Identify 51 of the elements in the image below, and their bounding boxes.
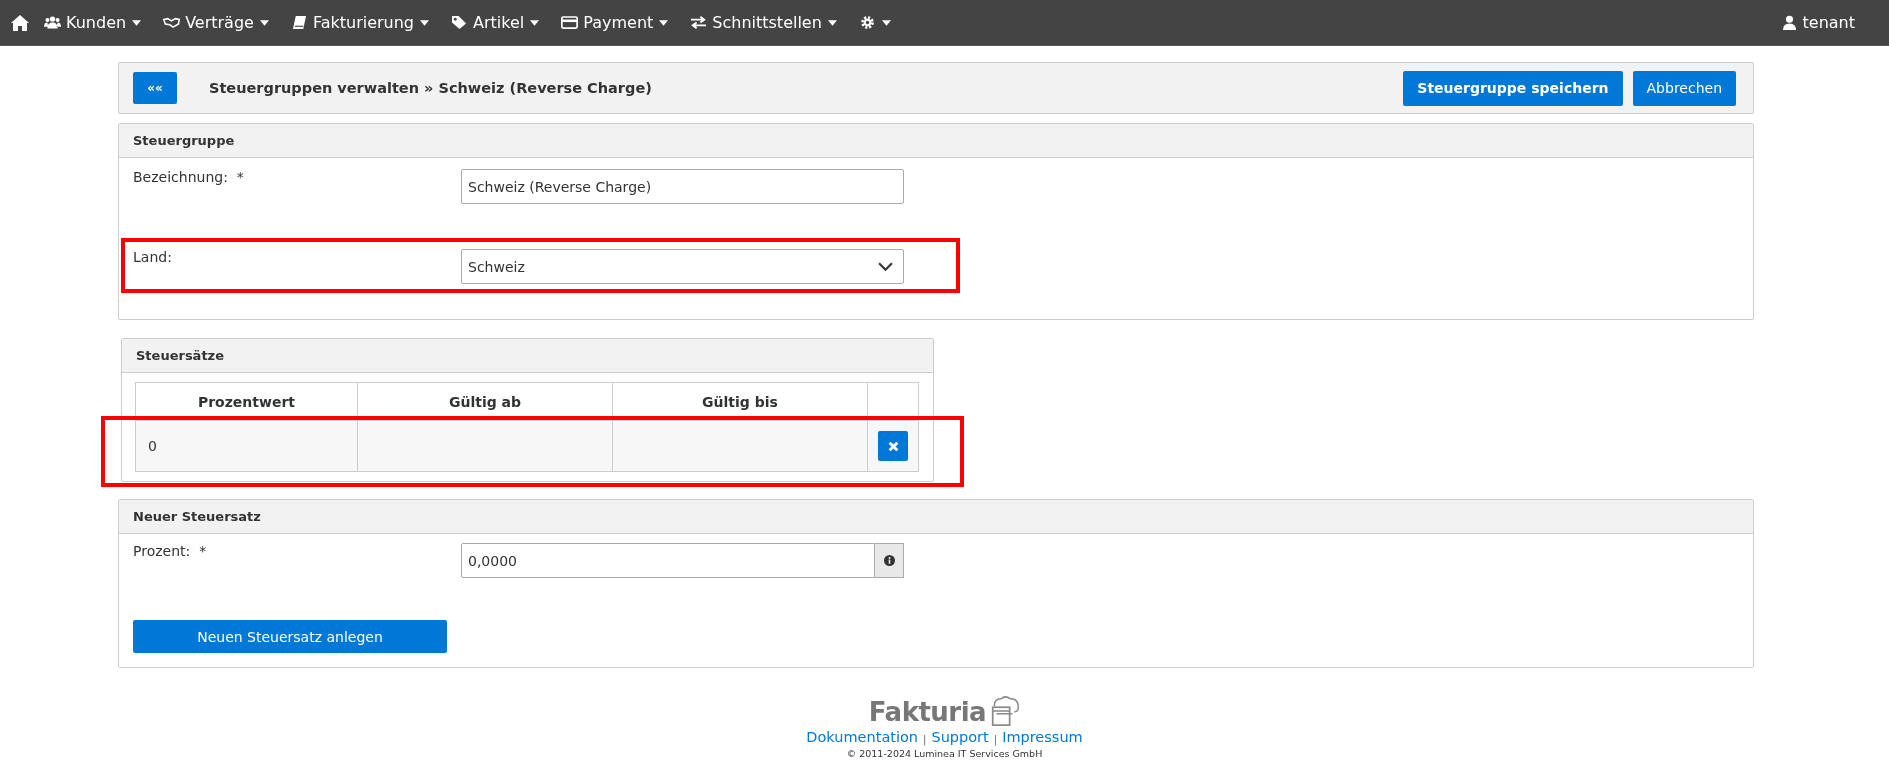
nav-menu-item[interactable] xyxy=(858,15,891,30)
users-icon xyxy=(44,15,61,30)
copyright-text: © 2011-2024 Luminea IT Services GmbH xyxy=(846,748,1043,759)
footer-link[interactable]: Impressum xyxy=(1002,729,1083,745)
field-label: Prozent: * xyxy=(133,543,208,559)
panel-heading: Steuergruppe xyxy=(119,124,1753,158)
user-icon xyxy=(1780,15,1798,30)
caret-icon xyxy=(132,19,142,26)
book-icon xyxy=(290,15,308,30)
caret-icon xyxy=(420,19,429,26)
handshake-icon xyxy=(163,15,181,30)
select-dropdown[interactable]: Schweiz xyxy=(461,249,904,284)
credit-card-icon xyxy=(561,15,579,30)
fakturia-logo: Fakturia xyxy=(868,695,1021,727)
table-cell: 0 xyxy=(135,420,358,472)
exchange-arrows-icon xyxy=(690,15,708,30)
page-title: Steuergruppen verwalten » Schweiz (Reverse Charge) xyxy=(209,80,652,96)
field-label: Bezeichnung: * xyxy=(133,169,245,185)
nav-menu-item[interactable]: Kunden xyxy=(44,13,142,32)
create-button[interactable]: Neuen Steuersatz anlegen xyxy=(133,620,447,653)
delete-button[interactable] xyxy=(878,431,908,461)
settings-icon xyxy=(858,15,876,30)
link-separator: | xyxy=(993,733,998,745)
panel-heading: Steuersätze xyxy=(122,339,933,373)
user-menu[interactable]: tenant xyxy=(1780,13,1855,32)
caret-icon xyxy=(881,19,891,26)
caret-icon xyxy=(530,19,540,26)
percent-input[interactable]: 0,0000 xyxy=(461,543,875,578)
caret-icon xyxy=(259,19,269,26)
home-icon[interactable] xyxy=(10,13,30,32)
nav-menu-item[interactable]: Fakturierung xyxy=(290,13,429,32)
field-label: Land: xyxy=(133,249,173,265)
link-separator: | xyxy=(923,733,927,745)
panel-heading: Neuer Steuersatz xyxy=(119,500,1753,534)
info-icon xyxy=(883,555,895,566)
text-input[interactable]: Schweiz (Reverse Charge) xyxy=(461,169,904,204)
action-button[interactable]: Steuergruppe speichern xyxy=(1403,70,1623,106)
tag-icon xyxy=(451,15,468,30)
footer-link[interactable]: Support xyxy=(931,729,989,745)
caret-icon xyxy=(827,19,837,26)
nav-menu-item[interactable]: Verträge xyxy=(163,13,269,32)
nav-menu-item[interactable]: Artikel xyxy=(451,13,540,32)
nav-menu-item[interactable]: Payment xyxy=(561,13,669,32)
caret-icon xyxy=(659,19,669,26)
back-button[interactable]: «« xyxy=(133,72,177,104)
close-icon xyxy=(887,440,899,452)
action-button[interactable]: Abbrechen xyxy=(1632,70,1736,106)
footer-link[interactable]: Dokumentation xyxy=(806,729,919,745)
chevron-down-icon xyxy=(878,261,893,272)
info-button[interactable] xyxy=(875,543,904,578)
nav-menu-item[interactable]: Schnittstellen xyxy=(690,13,837,32)
